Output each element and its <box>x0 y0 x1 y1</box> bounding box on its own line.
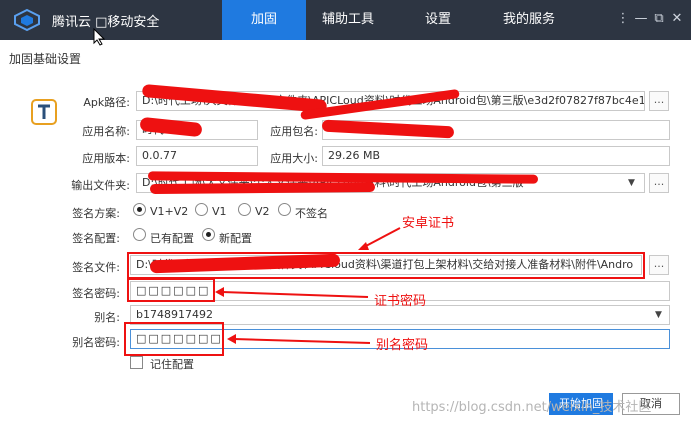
annotation-alias-password: 别名密码 <box>376 338 429 353</box>
annotation-arrows <box>215 227 401 344</box>
annotation-android-cert: 安卓证书 <box>402 216 455 231</box>
watermark: https://blog.csdn.net/weixin_技术社区 <box>412 400 652 415</box>
annotation-cert-password: 证书密码 <box>374 294 427 309</box>
